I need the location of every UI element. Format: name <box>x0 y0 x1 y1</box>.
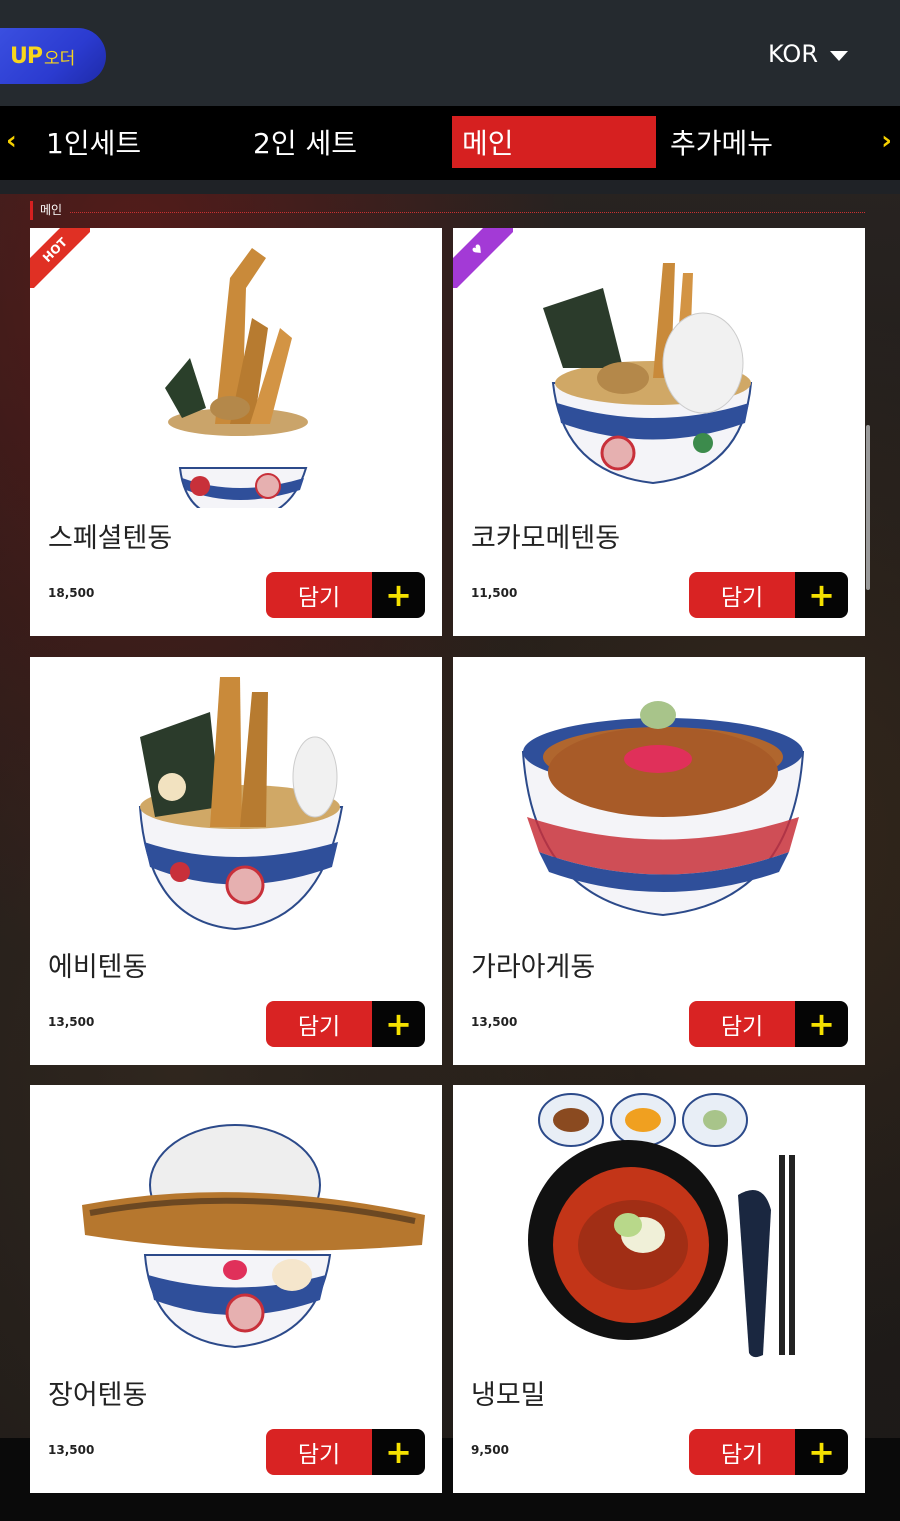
add-button-label: 담기 <box>689 1429 795 1475</box>
menu-card[interactable]: 에비텐동 13,500 담기 + <box>30 657 442 1065</box>
special-tendon-image <box>165 248 308 508</box>
kokamome-tendon-image <box>543 263 753 485</box>
plus-icon: + <box>795 572 848 618</box>
add-to-cart-button[interactable]: 담기 + <box>266 1429 425 1475</box>
menu-card[interactable]: ♥ 코카모메텐동 11,500 담기 + <box>453 228 865 636</box>
add-button-label: 담기 <box>266 1001 372 1047</box>
hot-badge-label: HOT <box>30 228 90 288</box>
menu-item-price: 9,500 <box>471 1443 509 1457</box>
plus-icon: + <box>372 1001 425 1047</box>
add-button-label: 담기 <box>266 1429 372 1475</box>
menu-item-price: 13,500 <box>471 1015 518 1029</box>
plus-icon: + <box>372 1429 425 1475</box>
add-to-cart-button[interactable]: 담기 + <box>689 1429 848 1475</box>
like-icon: ♥ <box>453 228 513 288</box>
tab-label: 1인세트 <box>46 127 142 160</box>
menu-item-name: 가라아게동 <box>471 952 596 983</box>
menu-card[interactable]: HOT 스페셜텐동 18,500 담기 + <box>30 228 442 636</box>
tab-extra-menu[interactable]: 추가메뉴 <box>660 116 850 168</box>
tab-2-person-set[interactable]: 2인 세트 <box>243 116 433 168</box>
add-to-cart-button[interactable]: 담기 + <box>689 1001 848 1047</box>
add-to-cart-button[interactable]: 담기 + <box>266 572 425 618</box>
language-label: KOR <box>768 40 818 68</box>
tab-label: 2인 세트 <box>253 127 357 160</box>
menu-item-price: 13,500 <box>48 1015 95 1029</box>
chevron-left-icon[interactable]: ‹ <box>6 126 17 156</box>
add-button-label: 담기 <box>689 572 795 618</box>
menu-item-price: 18,500 <box>48 586 95 600</box>
karaage-don-image <box>521 701 805 917</box>
add-button-label: 담기 <box>689 1001 795 1047</box>
cold-soba-image <box>528 1093 795 1358</box>
menu-card[interactable]: 장어텐동 13,500 담기 + <box>30 1085 442 1493</box>
tab-1-person-set[interactable]: 1인세트 <box>36 116 226 168</box>
tab-label: 메인 <box>462 127 514 160</box>
menu-item-name: 에비텐동 <box>48 952 148 983</box>
eel-tendon-image <box>82 1124 425 1349</box>
divider <box>0 180 900 194</box>
category-tabs: ‹ 1인세트 2인 세트 메인 추가메뉴 › <box>0 106 900 180</box>
menu-card[interactable]: 가라아게동 13,500 담기 + <box>453 657 865 1065</box>
logo-up-text: UP <box>10 43 43 69</box>
logo-order-text: 오더 <box>44 48 76 69</box>
app-header: UP 오더 KOR <box>0 0 900 106</box>
plus-icon: + <box>795 1429 848 1475</box>
scrollbar[interactable] <box>866 425 870 590</box>
language-selector[interactable]: KOR <box>768 40 848 68</box>
ebi-tendon-image <box>138 677 344 931</box>
menu-item-name: 스페셜텐동 <box>48 523 173 554</box>
tab-label: 추가메뉴 <box>670 127 774 160</box>
menu-item-name: 장어텐동 <box>48 1380 148 1411</box>
menu-item-price: 13,500 <box>48 1443 95 1457</box>
plus-icon: + <box>795 1001 848 1047</box>
menu-item-name: 냉모밀 <box>471 1380 546 1411</box>
plus-icon: + <box>372 572 425 618</box>
chevron-right-icon[interactable]: › <box>881 126 892 156</box>
add-button-label: 담기 <box>266 572 372 618</box>
section-divider <box>70 212 865 213</box>
menu-card[interactable]: 냉모밀 9,500 담기 + <box>453 1085 865 1493</box>
add-to-cart-button[interactable]: 담기 + <box>266 1001 425 1047</box>
menu-item-price: 11,500 <box>471 586 518 600</box>
menu-item-name: 코카모메텐동 <box>471 523 621 554</box>
like-badge: ♥ <box>453 228 513 288</box>
add-to-cart-button[interactable]: 담기 + <box>689 572 848 618</box>
caret-down-icon <box>830 50 848 61</box>
section-title: 메인 <box>30 201 62 220</box>
tab-main[interactable]: 메인 <box>452 116 656 168</box>
hot-badge: HOT <box>30 228 90 288</box>
logo[interactable]: UP 오더 <box>0 28 106 84</box>
